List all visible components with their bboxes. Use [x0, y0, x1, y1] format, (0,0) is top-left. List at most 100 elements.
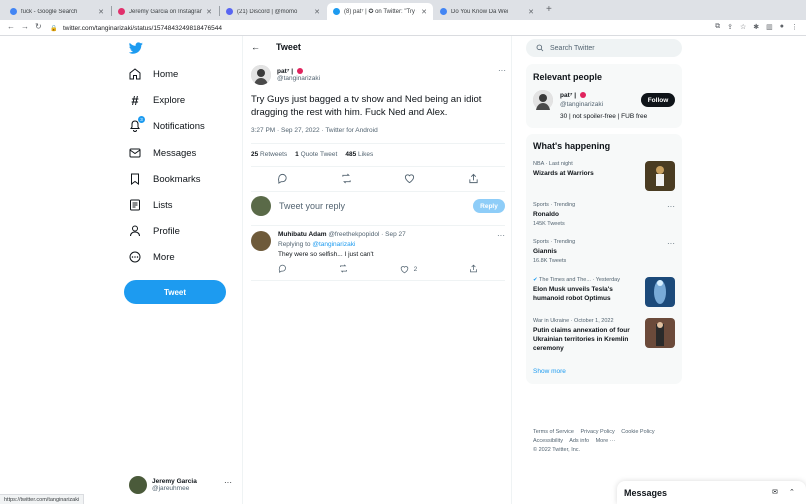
- show-more-link[interactable]: Show more: [533, 368, 566, 375]
- nav-home[interactable]: Home: [129, 64, 178, 84]
- browser-tab[interactable]: fuck - Google Search ✕: [4, 3, 110, 20]
- account-switcher[interactable]: Jeremy Garcia @jareuhmee ···: [129, 474, 234, 496]
- footer-link[interactable]: More ···: [596, 438, 616, 444]
- google-favicon-icon: [440, 8, 447, 15]
- close-tab-icon[interactable]: ✕: [206, 8, 212, 16]
- footer-links: Terms of Service Privacy Policy Cookie P…: [533, 428, 683, 455]
- share-icon[interactable]: [469, 264, 478, 275]
- reload-icon[interactable]: ↻: [35, 22, 42, 31]
- more-icon[interactable]: ···: [497, 231, 505, 240]
- nav-messages[interactable]: Messages: [129, 143, 196, 163]
- tweet-author[interactable]: pat⁷ | @tanginarizaki ···: [251, 64, 506, 86]
- sidebar-icon[interactable]: ▥: [766, 23, 773, 31]
- open-external-icon[interactable]: ⧉: [715, 23, 720, 31]
- heart-icon[interactable]: [404, 172, 416, 184]
- browser-tab[interactable]: (21) Discord | @momo ✕: [220, 3, 326, 20]
- back-arrow-icon[interactable]: ←: [7, 22, 15, 31]
- nav-profile[interactable]: Profile: [129, 221, 180, 241]
- reply-author-name: Muhibatu Adam: [278, 231, 327, 238]
- footer-link[interactable]: Privacy Policy: [581, 429, 615, 435]
- avatar[interactable]: [533, 90, 553, 110]
- avatar[interactable]: [251, 231, 271, 251]
- trend-thumbnail: [645, 318, 675, 348]
- page-header: ← Tweet: [243, 36, 512, 58]
- avatar: [251, 196, 271, 216]
- trend-thumbnail: [645, 277, 675, 307]
- nav-more[interactable]: More: [129, 247, 175, 267]
- share-icon[interactable]: [467, 172, 479, 184]
- footer-link[interactable]: Terms of Service: [533, 429, 574, 435]
- verified-icon: ✔: [533, 277, 538, 283]
- tweet-meta: 3:27 PM · Sep 27, 2022 · Twitter for And…: [251, 127, 378, 134]
- quotes-stat[interactable]: 1 Quote Tweet: [295, 151, 337, 158]
- more-icon[interactable]: ···: [498, 66, 506, 75]
- reply-text: They were so selfish... I just can't: [278, 251, 374, 258]
- reply-input[interactable]: Tweet your reply: [279, 201, 473, 211]
- tweet-button[interactable]: Tweet: [124, 280, 226, 304]
- browser-tab-active[interactable]: (8) pat⁷ | ✪ on Twitter: "Try G ✕: [327, 3, 433, 20]
- person-name[interactable]: pat⁷ |: [560, 92, 578, 99]
- retweet-icon[interactable]: [339, 263, 348, 275]
- extension-icon[interactable]: ✱: [753, 23, 759, 31]
- hashtag-icon: #: [131, 92, 139, 108]
- likes-stat[interactable]: 485 Likes: [345, 151, 373, 158]
- heart-icon[interactable]: 2: [400, 265, 417, 274]
- tweet-text: Try Guys just bagged a tv show and Ned b…: [251, 94, 482, 118]
- profile-avatar-icon[interactable]: ●: [780, 23, 784, 31]
- more-icon[interactable]: ···: [667, 239, 675, 248]
- reply-icon[interactable]: [277, 172, 289, 184]
- browser-tab[interactable]: Jeremy Garcia on Instagram: " ✕: [112, 3, 218, 20]
- trend-item[interactable]: Sports · Trending Ronaldo 145K Tweets ··…: [533, 202, 675, 230]
- toolbar-icons: ⧉ ⇪ ☆ ✱ ▥ ● ⋮: [715, 23, 798, 31]
- expand-up-icon[interactable]: ⌃: [789, 488, 799, 498]
- author-name: pat⁷ |: [277, 68, 295, 75]
- whats-happening-card: What's happening NBA · Last night Wizard…: [526, 134, 682, 384]
- nav-explore[interactable]: # Explore: [129, 90, 185, 110]
- retweet-icon[interactable]: [340, 172, 352, 184]
- reply-button[interactable]: Reply: [473, 199, 505, 213]
- reply-actions: 2: [278, 263, 478, 275]
- replying-handle-link[interactable]: @tanginarizaki: [312, 241, 355, 248]
- more-icon[interactable]: ···: [224, 478, 232, 487]
- twitter-logo-icon[interactable]: [129, 41, 143, 55]
- share-icon[interactable]: ⇪: [727, 23, 733, 31]
- close-tab-icon[interactable]: ✕: [314, 8, 320, 16]
- relevant-people-card: Relevant people pat⁷ | @tanginarizaki 30…: [526, 64, 682, 128]
- person-bio: 30 | not spoiler-free | FUB free: [560, 113, 648, 120]
- back-arrow-icon[interactable]: ←: [251, 42, 260, 52]
- reply-tweet[interactable]: Muhibatu Adam @freethekpopidol · Sep 27 …: [251, 231, 505, 279]
- browser-toolbar: ← → ↻ 🔒 twitter.com/tanginarizaki/status…: [0, 20, 806, 36]
- nav-bookmarks[interactable]: Bookmarks: [129, 169, 201, 189]
- close-tab-icon[interactable]: ✕: [98, 8, 104, 16]
- more-icon[interactable]: ···: [667, 202, 675, 211]
- avatar: [129, 476, 147, 494]
- trend-item[interactable]: NBA · Last night Wizards at Warriors: [533, 161, 675, 193]
- nav-notifications[interactable]: 3 Notifications: [129, 116, 205, 136]
- reply-icon[interactable]: [278, 264, 287, 275]
- menu-icon[interactable]: ⋮: [791, 23, 798, 31]
- browser-tab[interactable]: Do You Know Da Wei ✕: [434, 3, 540, 20]
- trend-item[interactable]: ✔ The Times and The... · Yesterday Elon …: [533, 277, 675, 311]
- address-bar[interactable]: 🔒 twitter.com/tanginarizaki/status/15748…: [50, 22, 690, 34]
- close-tab-icon[interactable]: ✕: [421, 8, 427, 16]
- trend-item[interactable]: War in Ukraine · October 1, 2022 Putin c…: [533, 318, 675, 358]
- messages-drawer[interactable]: Messages ✉ ⌃: [617, 481, 806, 504]
- trend-item[interactable]: Sports · Trending Giannis 16.8K Tweets ·…: [533, 239, 675, 267]
- close-tab-icon[interactable]: ✕: [528, 8, 534, 16]
- footer-link[interactable]: Accessibility: [533, 438, 563, 444]
- nav-lists[interactable]: Lists: [129, 195, 173, 215]
- new-tab-icon[interactable]: +: [546, 4, 552, 15]
- footer-link[interactable]: Ads info: [569, 438, 589, 444]
- main-column: ← Tweet pat⁷ | @tanginarizaki ··· Try Gu…: [242, 36, 512, 504]
- footer-link[interactable]: Cookie Policy: [621, 429, 654, 435]
- retweets-stat[interactable]: 25 Retweets: [251, 151, 287, 158]
- search-input[interactable]: Search Twitter: [526, 39, 682, 57]
- twitter-favicon-icon: [333, 8, 340, 15]
- new-message-icon[interactable]: ✉: [772, 488, 782, 498]
- avatar[interactable]: [251, 65, 271, 85]
- follow-button[interactable]: Follow: [641, 93, 675, 107]
- search-icon: [536, 44, 544, 52]
- star-icon[interactable]: ☆: [740, 23, 746, 31]
- page-title: Tweet: [276, 42, 301, 52]
- forward-arrow-icon[interactable]: →: [21, 22, 29, 31]
